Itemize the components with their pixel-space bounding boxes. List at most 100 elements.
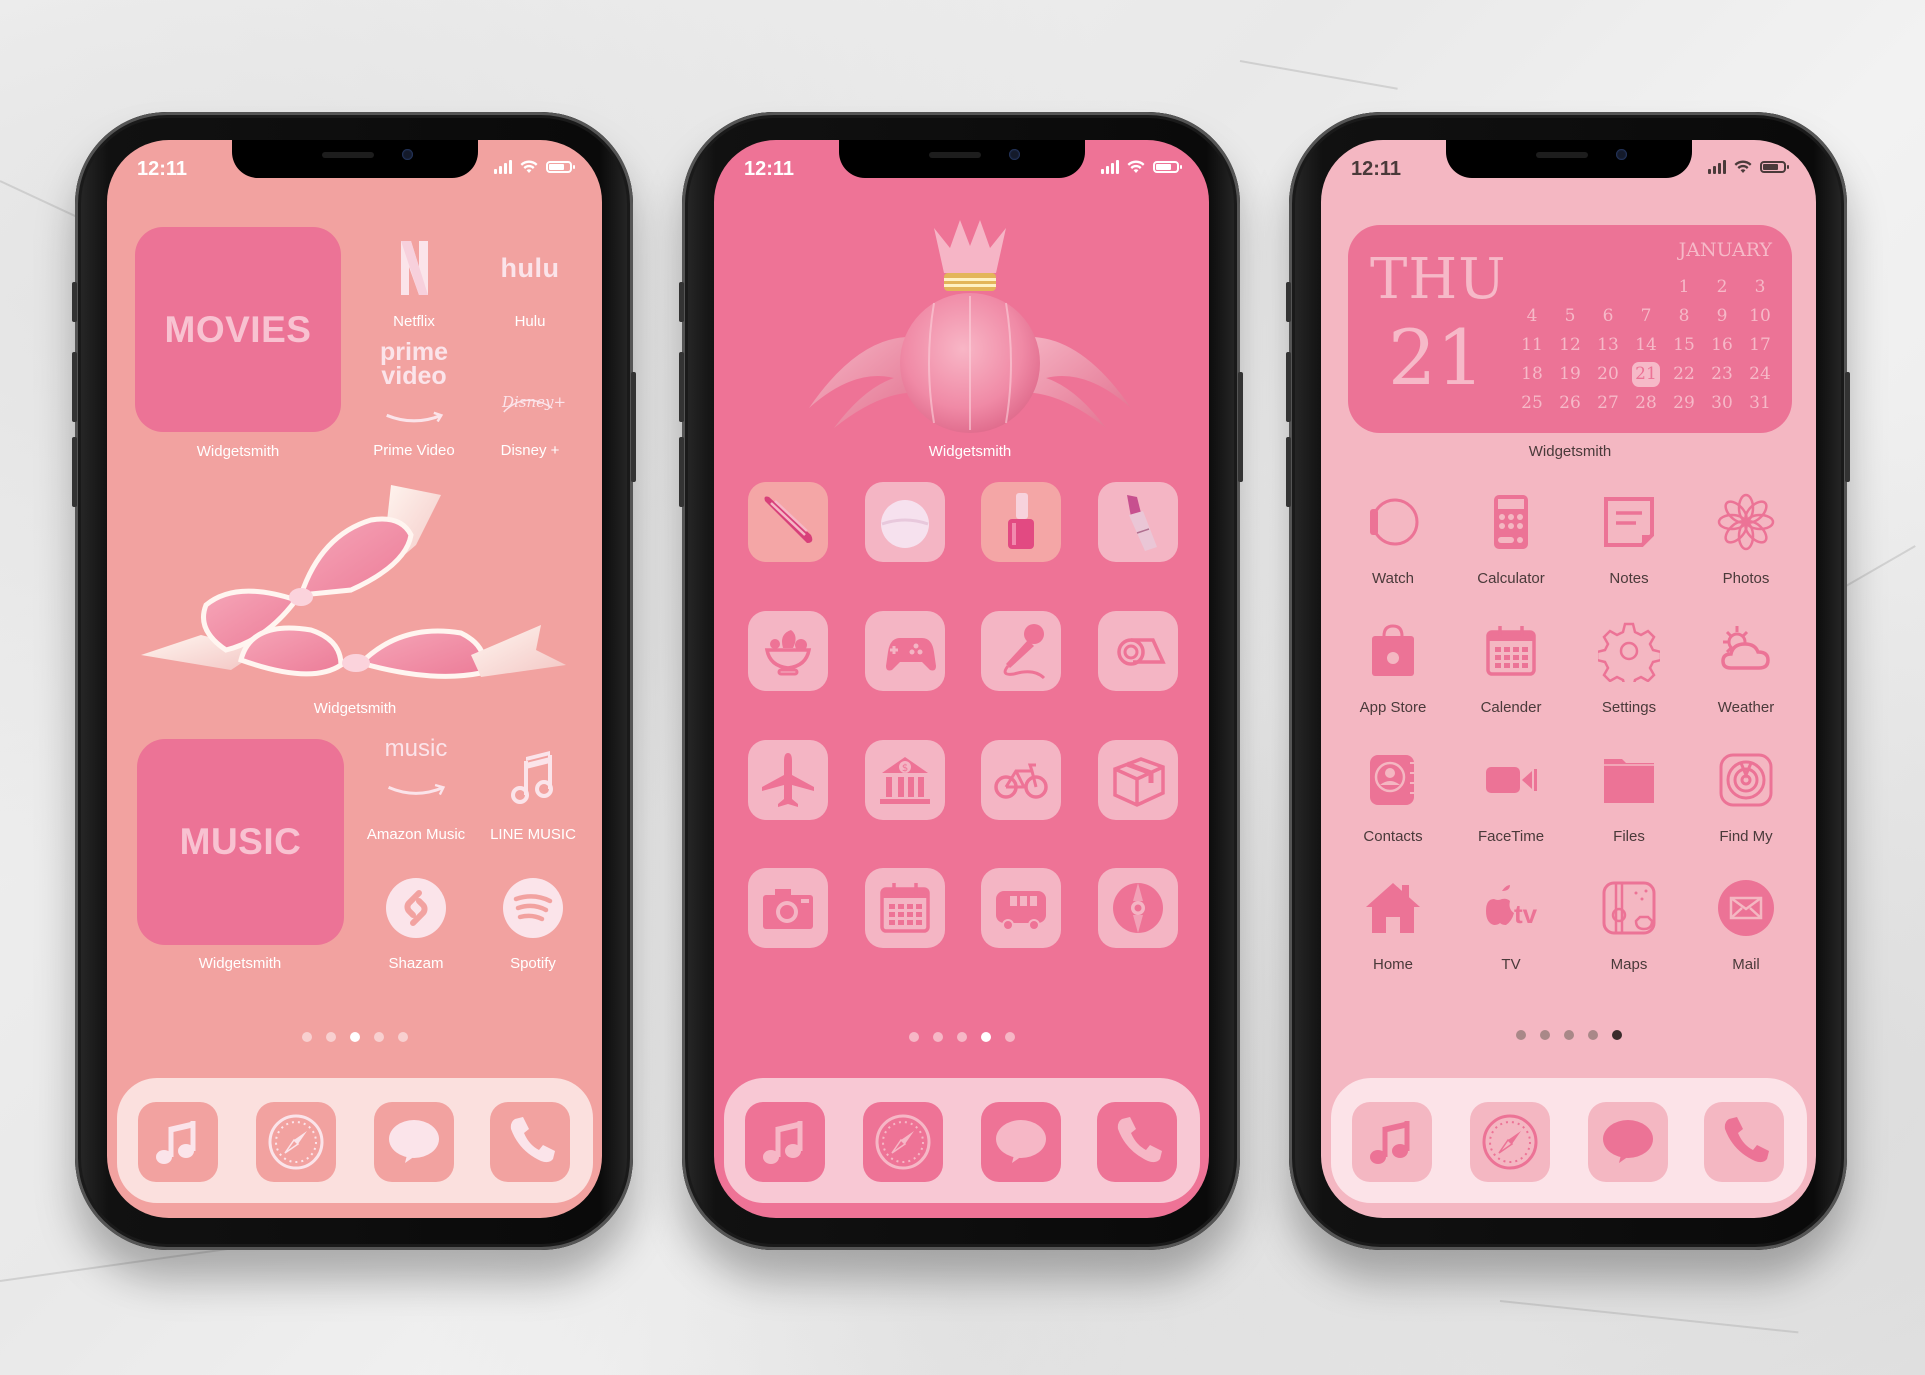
app-nail-polish[interactable] — [981, 482, 1061, 562]
dock-messages[interactable] — [981, 1102, 1061, 1182]
volume-button — [679, 437, 684, 507]
winged-perfume-bottle-image — [809, 220, 1131, 433]
app-home[interactable] — [1353, 868, 1433, 948]
app-spotify[interactable] — [493, 868, 573, 948]
page-dot[interactable] — [397, 1032, 408, 1042]
page-indicator[interactable] — [301, 1032, 408, 1042]
calendar-icon — [1486, 626, 1536, 676]
page-dot-active[interactable] — [349, 1032, 360, 1042]
app-disney-plus[interactable]: Disney+ — [490, 359, 570, 439]
page-dot[interactable] — [1587, 1030, 1598, 1040]
calendar-day-cell: 6 — [1602, 306, 1614, 326]
app-bicycle[interactable] — [981, 740, 1061, 820]
page-dot-active[interactable] — [1611, 1030, 1622, 1040]
hair-clip-icon — [764, 496, 813, 543]
app-tv[interactable]: tv — [1471, 868, 1551, 948]
power-button — [1238, 372, 1243, 482]
app-microphone[interactable] — [981, 611, 1061, 691]
dock-messages[interactable] — [374, 1102, 454, 1182]
dock-messages[interactable] — [1588, 1102, 1668, 1182]
dock-safari[interactable] — [863, 1102, 943, 1182]
prime-wordmark: prime — [379, 338, 449, 366]
find-my-icon — [1719, 753, 1773, 807]
perfume-widget[interactable] — [804, 218, 1136, 436]
movies-widget[interactable]: MOVIES — [135, 227, 341, 432]
dock-phone[interactable] — [1704, 1102, 1784, 1182]
page-dot[interactable] — [325, 1032, 336, 1042]
calendar-widget[interactable]: THU 21 JANUARY 1 2 3 4 5 6 7 8 9 10 11 12 13 14 15 16 17… — [1348, 225, 1792, 433]
music-widget[interactable]: MUSIC — [137, 739, 344, 945]
page-dot-active[interactable] — [980, 1032, 991, 1042]
app-files[interactable] — [1589, 740, 1669, 820]
app-find-my[interactable] — [1706, 740, 1786, 820]
app-salad-bowl[interactable] — [748, 611, 828, 691]
page-dot[interactable] — [1004, 1032, 1015, 1042]
dock-phone[interactable] — [1097, 1102, 1177, 1182]
front-camera — [1615, 149, 1627, 160]
dock-music[interactable] — [1352, 1102, 1432, 1182]
page-dot[interactable] — [1539, 1030, 1550, 1040]
app-amazon-music[interactable]: music — [376, 737, 456, 820]
app-lipstick[interactable] — [1098, 482, 1178, 562]
app-calendar[interactable] — [865, 868, 945, 948]
dock-safari[interactable] — [256, 1102, 336, 1182]
app-prime-video[interactable]: prime video — [374, 340, 454, 435]
page-indicator[interactable] — [908, 1032, 1015, 1042]
app-yoga-mat[interactable] — [1098, 611, 1178, 691]
app-mail[interactable] — [1706, 868, 1786, 948]
app-calender[interactable] — [1471, 611, 1551, 691]
calendar-day-cell: 4 — [1526, 306, 1538, 326]
dock-phone[interactable] — [490, 1102, 570, 1182]
app-watch[interactable] — [1353, 482, 1433, 562]
app-maps[interactable] — [1589, 868, 1669, 948]
app-facetime[interactable] — [1471, 740, 1551, 820]
signal-icon — [494, 160, 512, 174]
app-label: FaceTime — [1477, 828, 1545, 845]
app-airplane[interactable] — [748, 740, 828, 820]
app-app-store[interactable] — [1353, 611, 1433, 691]
app-bus[interactable] — [981, 868, 1061, 948]
bicycle-icon — [994, 763, 1048, 799]
app-cd-disc[interactable] — [1098, 868, 1178, 948]
page-dot[interactable] — [373, 1032, 384, 1042]
app-label: Prime Video — [373, 442, 455, 459]
app-contacts[interactable] — [1353, 740, 1433, 820]
calendar-day-cell: 29 — [1673, 393, 1695, 413]
app-label: TV — [1501, 956, 1521, 973]
volume-button — [1286, 437, 1291, 507]
home-screen: 12:11 THU 21 JANUARY 1 2 3 4 5 6 7 8 9 10 11 12 13 14… — [1321, 140, 1816, 1218]
app-photos[interactable] — [1706, 482, 1786, 562]
app-shazam[interactable] — [376, 868, 456, 948]
app-netflix[interactable] — [374, 228, 454, 308]
dock-music[interactable] — [745, 1102, 825, 1182]
page-dot[interactable] — [932, 1032, 943, 1042]
app-hair-clip[interactable] — [748, 482, 828, 562]
calendar-day-cell: 17 — [1749, 335, 1771, 355]
app-notes[interactable] — [1589, 482, 1669, 562]
app-powder-puff[interactable] — [865, 482, 945, 562]
page-dot[interactable] — [1563, 1030, 1574, 1040]
page-dot[interactable] — [956, 1032, 967, 1042]
dock-music[interactable] — [138, 1102, 218, 1182]
app-camera[interactable] — [748, 868, 828, 948]
app-hulu[interactable]: hulu — [490, 228, 570, 308]
page-dot[interactable] — [1515, 1030, 1526, 1040]
app-game-controller[interactable] — [865, 611, 945, 691]
app-package-box[interactable] — [1098, 740, 1178, 820]
page-dot[interactable] — [301, 1032, 312, 1042]
dock-safari[interactable] — [1470, 1102, 1550, 1182]
watch-icon — [1370, 498, 1419, 546]
ribbon-widget[interactable] — [141, 485, 571, 690]
cd-disc-icon — [1113, 883, 1163, 933]
app-weather[interactable] — [1706, 611, 1786, 691]
page-dot[interactable] — [908, 1032, 919, 1042]
app-line-music[interactable] — [493, 740, 573, 820]
calendar-day: 21 — [1388, 313, 1485, 402]
app-settings[interactable] — [1589, 611, 1669, 691]
app-bank[interactable]: $ — [865, 740, 945, 820]
side-button — [72, 282, 77, 322]
shazam-icon — [386, 878, 446, 938]
status-icons — [494, 160, 575, 174]
page-indicator[interactable] — [1515, 1030, 1622, 1040]
app-calculator[interactable] — [1471, 482, 1551, 562]
